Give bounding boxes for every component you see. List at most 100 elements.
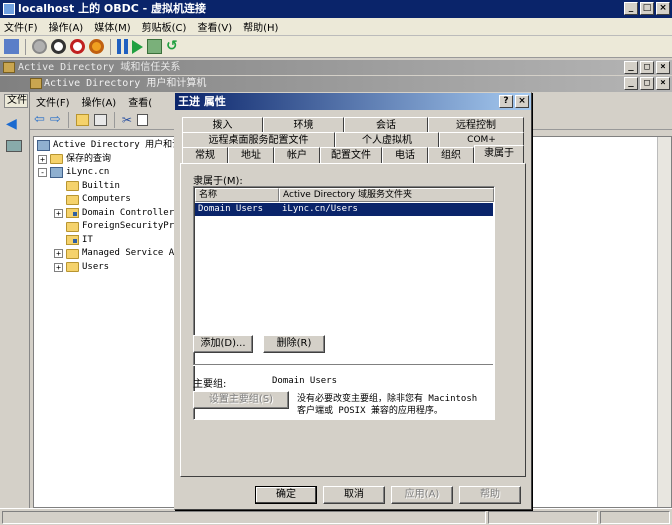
outer-left-pane: 文件 ◀ — [0, 92, 30, 525]
tree-item[interactable]: + 保存的查询 — [38, 153, 111, 166]
tree-node-icon[interactable] — [6, 140, 22, 152]
tree-item-label: Computers — [82, 194, 131, 204]
tree-item[interactable]: IT — [54, 234, 93, 247]
tree-item[interactable]: + Managed Service Ac — [54, 247, 174, 260]
vm-menu-clipboard[interactable]: 剪贴板(C) — [142, 19, 187, 34]
vm-menu-view[interactable]: 查看(V) — [197, 19, 232, 34]
tab-organization[interactable]: 组织 — [428, 147, 474, 163]
aduc-window-controls: _ □ × — [624, 77, 670, 90]
back-arrow-icon[interactable]: ◀ — [6, 117, 20, 131]
column-name[interactable]: 名称 — [195, 188, 279, 202]
tree-item[interactable]: + Users — [54, 261, 109, 274]
vm-menu-file[interactable]: 文件(F) — [4, 19, 38, 34]
add-group-button[interactable]: 添加(D)... — [193, 335, 253, 353]
tree-item-label: Builtin — [82, 180, 120, 191]
aduc-menu-view[interactable]: 查看( — [128, 94, 152, 109]
vm-title-text: localhost 上的 OBDC - 虚拟机连接 — [18, 2, 207, 15]
folder-icon — [66, 181, 79, 191]
row-group-name: Domain Users — [198, 204, 264, 214]
cut-icon[interactable]: ✂ — [122, 113, 132, 127]
ctrl-alt-del-icon[interactable] — [4, 39, 19, 54]
trust-title-text: Active Directory 域和信任关系 — [18, 62, 181, 73]
user-properties-dialog: 王进 属性 ? × 拨入 环境 会话 远程控制 远程桌面服务配置文件 个人虚拟机… — [174, 92, 532, 510]
details-pane — [530, 136, 672, 508]
turn-off-icon[interactable] — [51, 39, 66, 54]
ad-root-icon — [37, 140, 50, 151]
tab-sessions[interactable]: 会话 — [344, 117, 428, 133]
shutdown-icon[interactable] — [70, 39, 85, 54]
tree-item[interactable]: ForeignSecurityPri — [54, 220, 174, 233]
expand-icon[interactable]: + — [54, 249, 63, 258]
expand-icon[interactable]: + — [54, 262, 63, 272]
tab-rds-profile[interactable]: 远程桌面服务配置文件 — [182, 132, 335, 148]
trust-window-title: Active Directory 域和信任关系 _ □ × — [0, 60, 672, 75]
table-row[interactable]: Domain Users iLync.cn/Users — [195, 203, 493, 216]
tab-environment[interactable]: 环境 — [263, 117, 344, 133]
back-icon[interactable]: ⇦ — [34, 112, 45, 127]
tab-general[interactable]: 常规 — [182, 147, 228, 163]
outer-file-tab[interactable]: 文件 — [4, 94, 28, 108]
tree-item[interactable]: + Domain Controllers — [54, 207, 174, 220]
column-ad-folder[interactable]: Active Directory 域服务文件夹 — [279, 188, 494, 202]
minimize-icon[interactable]: _ — [624, 77, 638, 90]
aduc-title-text: Active Directory 用户和计算机 — [44, 78, 207, 89]
vm-menu-action[interactable]: 操作(A) — [49, 19, 84, 34]
cancel-button[interactable]: 取消 — [323, 486, 385, 504]
tab-address[interactable]: 地址 — [228, 147, 274, 163]
help-button[interactable]: 帮助 — [459, 486, 521, 504]
remove-group-button[interactable]: 删除(R) — [263, 335, 325, 353]
expand-icon[interactable]: + — [38, 154, 47, 164]
close-icon[interactable]: × — [656, 77, 670, 90]
tree-item-label: Active Directory 用户和计 — [53, 140, 175, 150]
pause-icon[interactable] — [117, 39, 128, 54]
set-primary-group-button[interactable]: 设置主要组(S) — [193, 391, 289, 409]
tab-personal-vm[interactable]: 个人虚拟机 — [335, 132, 439, 148]
details-scrollbar[interactable] — [657, 137, 671, 507]
save-state-icon[interactable] — [89, 39, 104, 54]
member-of-list[interactable]: 名称 Active Directory 域服务文件夹 Domain Users … — [193, 186, 495, 420]
vm-menu-media[interactable]: 媒体(M) — [94, 19, 130, 34]
status-segment-3 — [600, 511, 670, 524]
vm-logo-icon — [3, 3, 15, 15]
toolbar-separator — [67, 111, 69, 128]
help-icon[interactable]: ? — [499, 95, 513, 108]
minimize-icon[interactable]: _ — [624, 61, 638, 74]
close-icon[interactable]: × — [656, 2, 670, 15]
ok-button[interactable]: 确定 — [255, 486, 317, 504]
copy-icon[interactable] — [136, 113, 148, 126]
tree-item[interactable]: Builtin — [54, 180, 120, 193]
tree-item[interactable]: Active Directory 用户和计 — [37, 139, 175, 152]
maximize-icon[interactable]: □ — [640, 61, 654, 74]
up-folder-icon[interactable] — [75, 113, 89, 126]
dialog-controls: ? × — [499, 95, 529, 108]
close-icon[interactable]: × — [515, 95, 529, 108]
tab-telephones[interactable]: 电话 — [382, 147, 428, 163]
close-icon[interactable]: × — [656, 61, 670, 74]
tree-item[interactable]: Computers — [54, 193, 131, 206]
tab-remote-control[interactable]: 远程控制 — [428, 117, 524, 133]
vm-menu-help[interactable]: 帮助(H) — [243, 19, 278, 34]
maximize-icon[interactable]: □ — [640, 2, 654, 15]
maximize-icon[interactable]: □ — [640, 77, 654, 90]
tree-item[interactable]: - iLync.cn — [38, 166, 109, 179]
tab-dial-in[interactable]: 拨入 — [182, 117, 263, 133]
tab-account[interactable]: 帐户 — [274, 147, 320, 163]
revert-icon[interactable]: ↺ — [166, 39, 181, 54]
reset-icon[interactable] — [147, 39, 162, 54]
apply-button[interactable]: 应用(A) — [391, 486, 453, 504]
tab-member-of[interactable]: 隶属于 — [474, 145, 524, 163]
show-tree-icon[interactable] — [93, 113, 107, 126]
aduc-menu-action[interactable]: 操作(A) — [82, 94, 117, 109]
forward-icon[interactable]: ⇨ — [50, 112, 61, 127]
minimize-icon[interactable]: _ — [624, 2, 638, 15]
tree-item-label: 保存的查询 — [66, 153, 112, 164]
expand-icon[interactable]: + — [54, 208, 63, 218]
tab-profile[interactable]: 配置文件 — [320, 147, 382, 163]
primary-group-value: Domain Users — [272, 376, 338, 386]
resume-icon[interactable] — [132, 39, 143, 54]
folder-icon — [66, 248, 79, 259]
start-icon[interactable] — [32, 39, 47, 54]
aduc-menu-file[interactable]: 文件(F) — [36, 94, 70, 109]
tree-item-label: IT — [82, 234, 93, 245]
collapse-icon[interactable]: - — [38, 168, 47, 177]
